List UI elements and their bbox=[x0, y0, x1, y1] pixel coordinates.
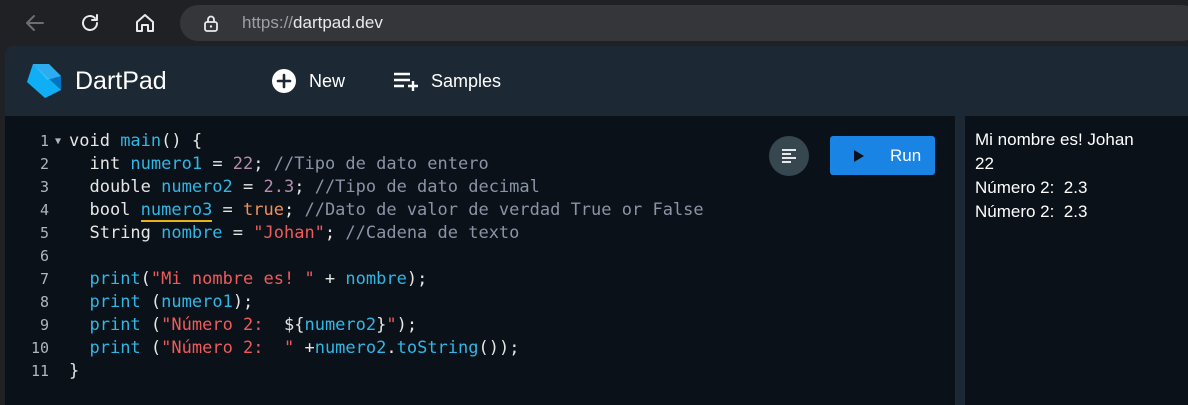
url-text: https://dartpad.dev bbox=[242, 5, 383, 41]
line-number: 11 bbox=[30, 362, 49, 380]
console-output: Mi nombre es! Johan 22 Número 2: 2.3 Núm… bbox=[975, 128, 1134, 224]
code-line: } bbox=[69, 361, 80, 381]
console-line: Mi nombre es! Johan bbox=[975, 130, 1134, 149]
line-number: 10 bbox=[30, 339, 49, 357]
output-console: Mi nombre es! Johan 22 Número 2: 2.3 Núm… bbox=[965, 116, 1188, 405]
samples-button[interactable]: Samples bbox=[393, 64, 501, 98]
line-number: 9 bbox=[39, 316, 49, 334]
console-line: Número 2: 2.3 bbox=[975, 178, 1088, 197]
code-line: print("Mi nombre es! " + nombre); bbox=[89, 269, 428, 289]
playlist-add-icon bbox=[394, 72, 418, 91]
browser-toolbar: https://dartpad.dev bbox=[0, 0, 1188, 46]
fold-arrow-icon[interactable]: ▼ bbox=[55, 130, 61, 153]
reload-button[interactable] bbox=[75, 8, 105, 38]
home-button[interactable] bbox=[130, 8, 160, 38]
url-protocol: https:// bbox=[242, 13, 294, 32]
panel-divider[interactable] bbox=[955, 116, 965, 405]
new-button-label: New bbox=[309, 70, 346, 91]
home-icon bbox=[136, 14, 154, 32]
back-button[interactable] bbox=[20, 8, 50, 38]
app-title: DartPad bbox=[75, 67, 167, 95]
console-line: 22 bbox=[975, 154, 994, 173]
line-number: 1 ▼ bbox=[5, 130, 65, 153]
code-line: print (numero1); bbox=[89, 292, 254, 312]
dartpad-app: DartPad New Samples 1 ▼ 2 3 4 5 6 7 8 9 … bbox=[5, 46, 1188, 405]
code-line: String nombre = "Johan"; //Cadena de tex… bbox=[69, 223, 520, 243]
code-content[interactable]: void main() { int numero1 = 22; //Tipo d… bbox=[69, 130, 704, 383]
code-line: bool numero3 = true; //Dato de valor de … bbox=[69, 200, 704, 222]
play-icon bbox=[854, 149, 864, 162]
code-line: print ("Número 2: ${numero2}"); bbox=[89, 315, 418, 335]
code-line: double numero2 = 2.3; //Tipo de dato dec… bbox=[69, 177, 540, 197]
line-number: 5 bbox=[39, 224, 49, 242]
format-align-left-icon bbox=[782, 149, 796, 163]
line-number: 7 bbox=[39, 270, 49, 288]
url-host: dartpad.dev bbox=[293, 13, 383, 32]
add-circle-icon bbox=[272, 69, 296, 93]
code-line: void main() { bbox=[69, 131, 203, 151]
run-button[interactable]: Run bbox=[830, 136, 935, 175]
lock-icon bbox=[204, 15, 218, 32]
warning-underline: numero3 bbox=[140, 200, 213, 222]
console-line: Número 2: 2.3 bbox=[975, 202, 1088, 221]
samples-button-label: Samples bbox=[431, 70, 502, 91]
code-editor[interactable]: 1 ▼ 2 3 4 5 6 7 8 9 10 11 void main() { i… bbox=[5, 116, 955, 405]
run-button-label: Run bbox=[890, 145, 922, 165]
format-button[interactable] bbox=[769, 136, 809, 176]
code-line: print ("Número 2: " +numero2.toString())… bbox=[89, 338, 520, 358]
app-header: DartPad New Samples bbox=[5, 46, 1188, 116]
line-number: 3 bbox=[39, 178, 49, 196]
code-line: int numero1 = 22; //Tipo de dato entero bbox=[69, 154, 489, 174]
arrow-left-icon bbox=[26, 15, 44, 31]
line-number: 6 bbox=[39, 247, 49, 265]
address-bar[interactable]: https://dartpad.dev bbox=[180, 5, 1188, 41]
reload-icon bbox=[82, 14, 98, 31]
line-number: 8 bbox=[39, 293, 49, 311]
line-number: 4 bbox=[39, 201, 49, 219]
dart-logo-icon bbox=[27, 64, 61, 98]
new-button[interactable]: New bbox=[271, 64, 345, 98]
line-gutter: 1 ▼ 2 3 4 5 6 7 8 9 10 11 bbox=[5, 130, 65, 383]
line-number: 2 bbox=[39, 155, 49, 173]
